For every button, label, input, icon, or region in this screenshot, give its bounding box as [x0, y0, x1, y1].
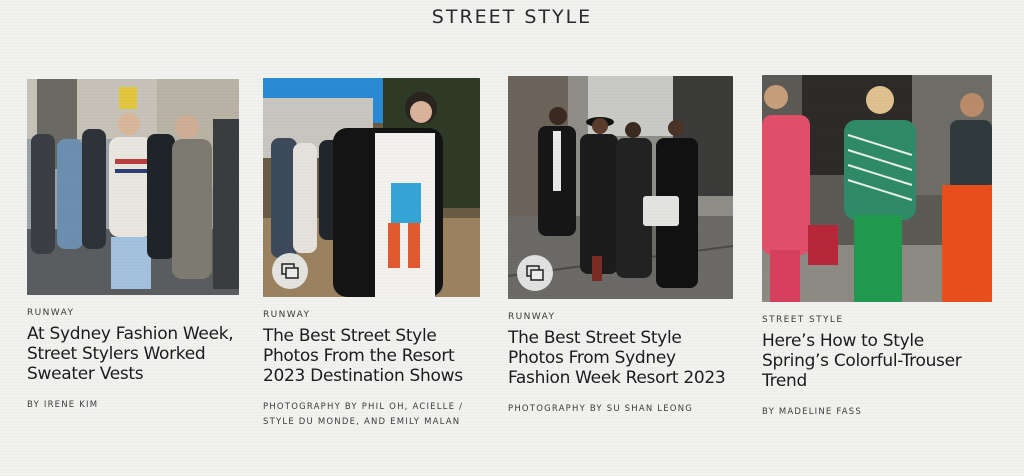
street-style-section: STREET STYLE RUNWAY At Sydney Fashion We…: [0, 0, 1024, 476]
article-thumbnail-3[interactable]: [508, 76, 733, 299]
article-byline-4: BY MADELINE FASS: [762, 407, 862, 417]
article-card-3[interactable]: RUNWAY The Best Street Style Photos From…: [508, 76, 733, 417]
article-rubric-1[interactable]: RUNWAY: [27, 308, 239, 318]
article-card-1[interactable]: RUNWAY At Sydney Fashion Week, Street St…: [27, 79, 239, 413]
photo-colorful-trousers: [762, 75, 992, 302]
article-rubric-2[interactable]: RUNWAY: [263, 310, 480, 320]
article-headline-4[interactable]: Here’s How to Style Spring’s Colorful-Tr…: [762, 331, 992, 391]
article-card-4[interactable]: STREET STYLE Here’s How to Style Spring’…: [762, 75, 992, 420]
gallery-badge-3[interactable]: [517, 255, 553, 291]
article-thumbnail-2[interactable]: [263, 78, 480, 297]
article-rubric-4[interactable]: STREET STYLE: [762, 315, 992, 325]
article-byline-1: BY IRENE KIM: [27, 400, 99, 410]
gallery-icon: [526, 265, 544, 281]
photo-crowd-sweater-vest: [27, 79, 239, 295]
article-thumbnail-4[interactable]: [762, 75, 992, 302]
article-byline-2: PHOTOGRAPHY BY PHIL OH, ACIELLE / STYLE …: [263, 402, 464, 427]
article-byline-3: PHOTOGRAPHY BY SU SHAN LEONG: [508, 404, 694, 414]
gallery-badge-2[interactable]: [272, 253, 308, 289]
article-card-2[interactable]: RUNWAY The Best Street Style Photos From…: [263, 78, 480, 430]
gallery-icon: [281, 263, 299, 279]
article-headline-2[interactable]: The Best Street Style Photos From the Re…: [263, 326, 480, 386]
article-headline-1[interactable]: At Sydney Fashion Week, Street Stylers W…: [27, 324, 239, 384]
article-rubric-3[interactable]: RUNWAY: [508, 312, 733, 322]
article-headline-3[interactable]: The Best Street Style Photos From Sydney…: [508, 328, 733, 388]
section-title: STREET STYLE: [431, 6, 593, 28]
article-thumbnail-1[interactable]: [27, 79, 239, 295]
